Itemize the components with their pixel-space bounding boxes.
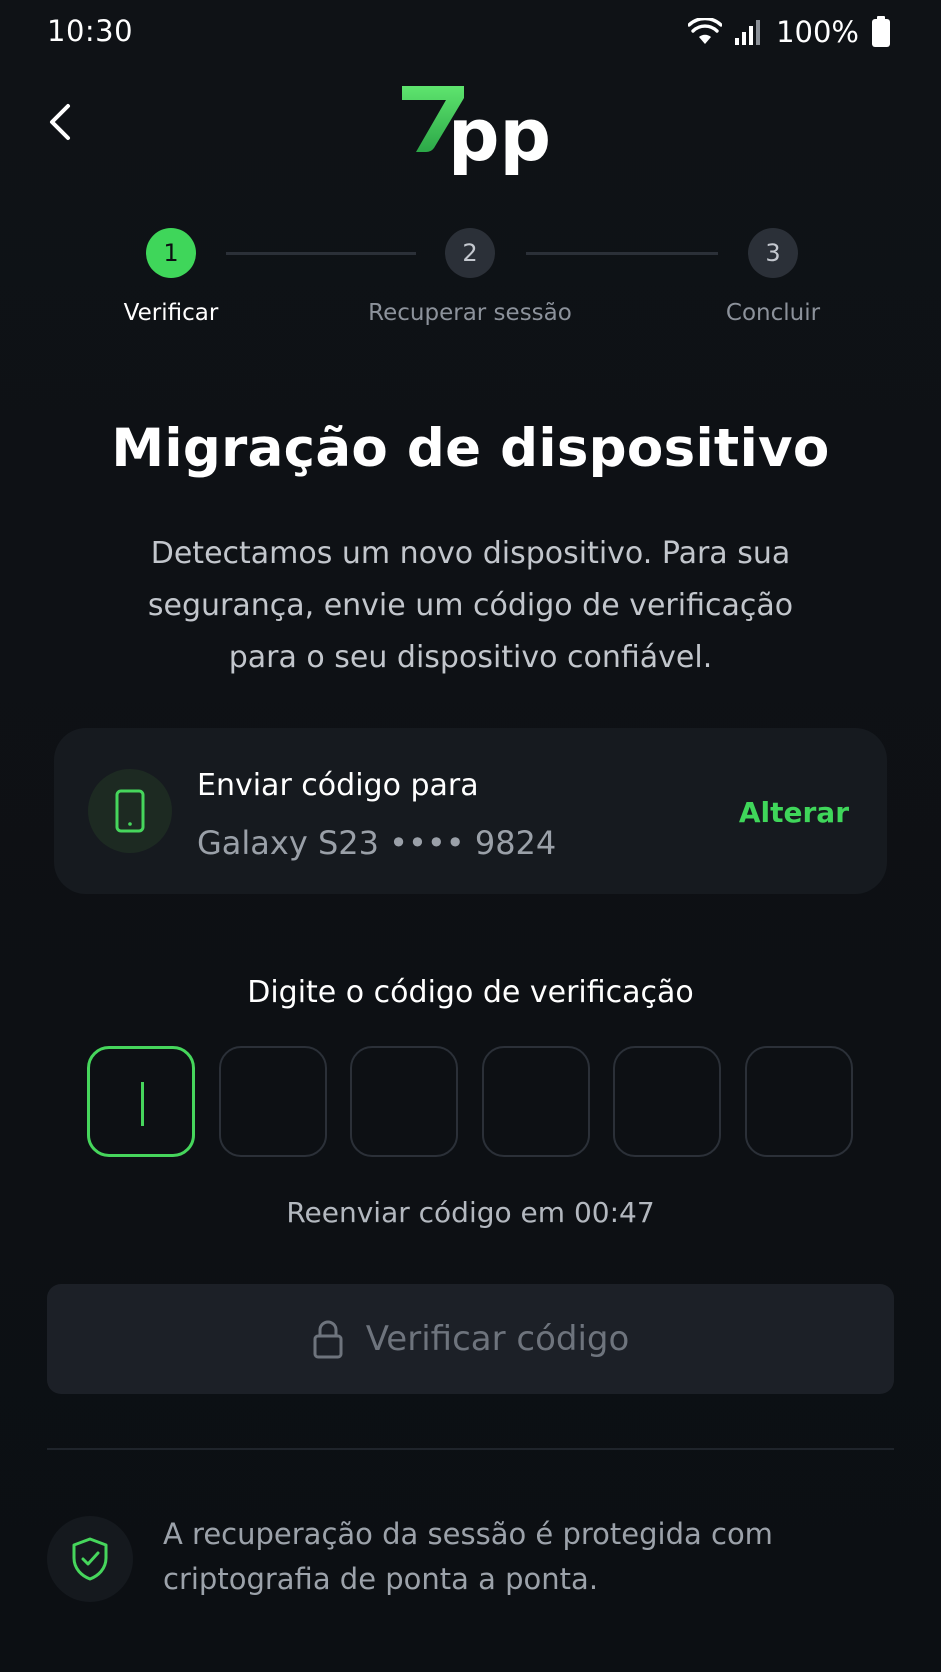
chevron-left-icon (50, 104, 70, 140)
stepper-connector (526, 252, 718, 255)
status-bar: 10:30 100% (0, 0, 941, 64)
device-icon-badge (88, 769, 172, 853)
status-time: 10:30 (47, 14, 134, 48)
signal-icon (735, 20, 761, 45)
battery-icon (872, 16, 890, 47)
device-migration-screen: 10:30 100% pp 1 2 3 Verificar Recuperar … (0, 0, 941, 1672)
back-button[interactable] (38, 96, 82, 148)
otp-digit-input[interactable] (87, 1046, 195, 1157)
security-badge (47, 1516, 133, 1602)
trusted-device-name: Galaxy S23 •••• 9824 (197, 824, 557, 862)
step-2-indicator: 2 (445, 228, 495, 278)
send-code-title: Enviar código para (197, 768, 479, 803)
otp-digit-input[interactable] (350, 1046, 458, 1157)
otp-digit-input[interactable] (219, 1046, 327, 1157)
otp-input-group (87, 1046, 853, 1157)
step-3-label: Concluir (725, 300, 821, 326)
step-1-indicator: 1 (146, 228, 196, 278)
battery-percent: 100% (776, 15, 859, 49)
trusted-device-card: Enviar código para Galaxy S23 •••• 9824 … (54, 728, 887, 894)
resend-countdown: Reenviar código em 00:47 (286, 1196, 655, 1229)
otp-digit-input[interactable] (745, 1046, 853, 1157)
wifi-icon (688, 18, 723, 44)
otp-digit-input[interactable] (613, 1046, 721, 1157)
status-icons: 100% (688, 12, 891, 52)
verify-code-button[interactable]: Verificar código (47, 1284, 894, 1394)
svg-text:pp: pp (448, 93, 550, 177)
page-title: Migração de dispositivo (111, 418, 830, 479)
page-description: Detectamos um novo dispositivo. Para sua… (147, 536, 794, 675)
step-3-indicator: 3 (748, 228, 798, 278)
encryption-note: A recuperação da sessão é protegida com … (163, 1517, 773, 1596)
verify-button-label: Verificar código (365, 1319, 630, 1359)
app-logo: pp (398, 82, 551, 178)
divider (47, 1448, 894, 1450)
change-device-button[interactable]: Alterar (739, 796, 849, 829)
text-caret (141, 1082, 144, 1126)
step-1-label: Verificar (123, 300, 219, 326)
smartphone-icon (115, 789, 145, 833)
lock-icon (313, 1320, 343, 1359)
code-entry-label: Digite o código de verificação (247, 975, 694, 1010)
stepper-connector (226, 252, 416, 255)
shield-check-icon (72, 1537, 108, 1581)
step-2-label: Recuperar sessão (368, 300, 572, 326)
otp-digit-input[interactable] (482, 1046, 590, 1157)
